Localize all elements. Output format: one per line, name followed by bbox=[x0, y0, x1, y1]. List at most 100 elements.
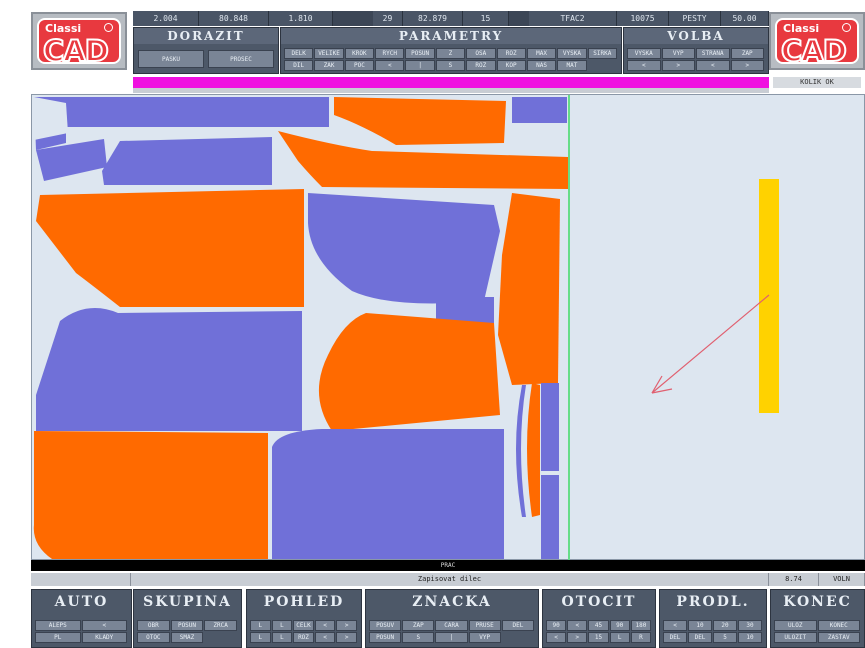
logo-text-main: CAD bbox=[780, 33, 848, 69]
skupina-button[interactable]: SMAZ bbox=[170, 632, 204, 643]
parametry-button[interactable]: MAT bbox=[557, 60, 587, 71]
konec-title: KONEC bbox=[783, 594, 852, 610]
parametry-button[interactable]: S bbox=[435, 60, 466, 71]
skupina-button[interactable]: ZRCA bbox=[204, 620, 237, 631]
pohled-button[interactable]: L bbox=[271, 632, 293, 643]
prodl-button[interactable]: 5 bbox=[713, 632, 737, 643]
parametry-button[interactable]: VYSKA bbox=[557, 48, 587, 59]
auto-button[interactable]: KLADY bbox=[81, 632, 127, 643]
otocit-button[interactable]: > bbox=[567, 632, 588, 643]
pattern-piece bbox=[36, 308, 302, 431]
prodl-button[interactable]: DEL bbox=[688, 632, 712, 643]
parametry-button[interactable]: NAS bbox=[526, 60, 557, 71]
skupina-panel: SKUPINA OBR POSUN ZRCA OTOC SMAZ bbox=[133, 589, 242, 648]
znacka-button[interactable]: CARA bbox=[435, 620, 468, 631]
parametry-button[interactable]: OSA bbox=[466, 48, 496, 59]
pohled-button[interactable]: ROZ bbox=[293, 632, 314, 643]
pohled-button[interactable]: L bbox=[250, 620, 271, 631]
volba-button[interactable]: > bbox=[730, 60, 764, 71]
pohled-button[interactable]: > bbox=[336, 620, 357, 631]
pohled-button[interactable]: L bbox=[271, 620, 293, 631]
pattern-piece bbox=[527, 383, 540, 517]
znacka-button[interactable]: PRUSE bbox=[468, 620, 501, 631]
znacka-button[interactable]: POSUN bbox=[369, 632, 402, 643]
parametry-button[interactable]: DIL bbox=[284, 60, 314, 71]
pohled-button[interactable]: CELK bbox=[293, 620, 314, 631]
pohled-button[interactable]: < bbox=[314, 620, 336, 631]
dorazit-button[interactable]: PASKU bbox=[138, 50, 204, 68]
pohled-button[interactable]: > bbox=[336, 632, 357, 643]
prodl-button[interactable]: < bbox=[663, 620, 687, 631]
volba-button[interactable]: > bbox=[661, 60, 695, 71]
prodl-button[interactable]: 20 bbox=[713, 620, 737, 631]
fabric-end-marker bbox=[759, 179, 779, 413]
parametry-button[interactable]: Z bbox=[435, 48, 466, 59]
znacka-title: ZNACKA bbox=[412, 594, 492, 610]
parametry-button[interactable]: KROK bbox=[344, 48, 375, 59]
otocit-button[interactable]: 90 bbox=[609, 620, 630, 631]
parametry-button[interactable]: SIRKA bbox=[587, 48, 617, 59]
stat-value: 29 bbox=[373, 11, 403, 26]
znacka-button[interactable]: DEL bbox=[501, 620, 534, 631]
znacka-button[interactable]: ZAP bbox=[402, 620, 435, 631]
volba-button[interactable]: ZAP bbox=[730, 48, 764, 59]
konec-button[interactable]: ZASTAV bbox=[817, 632, 860, 643]
marker-canvas[interactable] bbox=[31, 94, 865, 561]
parametry-button[interactable]: ROZ bbox=[496, 48, 526, 59]
pattern-piece bbox=[498, 193, 560, 385]
pattern-piece bbox=[516, 385, 526, 517]
parametry-button[interactable]: POC bbox=[344, 60, 375, 71]
parametry-button[interactable]: MAX bbox=[526, 48, 557, 59]
pattern-piece bbox=[318, 313, 500, 431]
skupina-button[interactable]: OTOC bbox=[137, 632, 170, 643]
parametry-button[interactable]: DELK bbox=[284, 48, 314, 59]
dorazit-title: DORAZIT bbox=[134, 28, 278, 44]
otocit-button[interactable]: < bbox=[567, 620, 588, 631]
skupina-button[interactable]: POSUN bbox=[170, 620, 204, 631]
auto-button[interactable]: PL bbox=[35, 632, 81, 643]
otocit-panel: OTOCIT 90 <45 90 180 < >15 L R bbox=[542, 589, 656, 648]
otocit-button[interactable]: 180 bbox=[630, 620, 651, 631]
prodl-button[interactable]: 10 bbox=[738, 632, 762, 643]
konec-button[interactable]: KONEC bbox=[817, 620, 860, 631]
konec-button[interactable]: ULOZIT bbox=[774, 632, 817, 643]
auto-button[interactable]: < bbox=[81, 620, 127, 631]
otocit-button[interactable]: 45 bbox=[588, 620, 609, 631]
otocit-button[interactable]: R bbox=[630, 632, 651, 643]
volba-button[interactable]: STRANA bbox=[696, 48, 730, 59]
parametry-button[interactable]: RYCH bbox=[375, 48, 405, 59]
konec-button[interactable]: ULOZ bbox=[774, 620, 817, 631]
pohled-title: POHLED bbox=[263, 594, 345, 610]
volba-button[interactable]: VYSKA bbox=[627, 48, 661, 59]
znacka-button[interactable]: S bbox=[402, 632, 435, 643]
parametry-button[interactable]: VELIKE bbox=[314, 48, 344, 59]
otocit-button[interactable]: L bbox=[609, 632, 630, 643]
otocit-button[interactable]: 15 bbox=[588, 632, 609, 643]
parametry-button[interactable]: | bbox=[405, 60, 435, 71]
volba-button[interactable]: VYP bbox=[661, 48, 695, 59]
parametry-button[interactable]: ROZ bbox=[466, 60, 496, 71]
prodl-button[interactable]: 30 bbox=[738, 620, 762, 631]
skupina-button[interactable]: OBR bbox=[137, 620, 170, 631]
pattern-piece bbox=[36, 189, 304, 307]
auto-button[interactable]: ALEPS bbox=[35, 620, 81, 631]
otocit-button[interactable]: 90 bbox=[546, 620, 567, 631]
znacka-button[interactable]: VYP bbox=[468, 632, 501, 643]
znacka-button[interactable]: POSUV bbox=[369, 620, 402, 631]
parametry-button[interactable]: KOP bbox=[496, 60, 526, 71]
parametry-title: PARAMETRY bbox=[281, 28, 621, 44]
pohled-button[interactable]: < bbox=[314, 632, 336, 643]
prodl-button[interactable]: DEL bbox=[663, 632, 687, 643]
parametry-button[interactable]: ZAK bbox=[314, 60, 344, 71]
volba-button[interactable]: < bbox=[627, 60, 661, 71]
dorazit-button[interactable]: PROSEC bbox=[208, 50, 274, 68]
parametry-button[interactable]: < bbox=[375, 60, 405, 71]
volba-button[interactable]: < bbox=[696, 60, 730, 71]
logo-text-main: CAD bbox=[42, 33, 110, 69]
prodl-button[interactable]: 10 bbox=[688, 620, 712, 631]
progress-strip bbox=[133, 77, 769, 88]
znacka-button[interactable]: | bbox=[435, 632, 468, 643]
parametry-button[interactable]: POSUN bbox=[405, 48, 435, 59]
pohled-button[interactable]: L bbox=[250, 632, 271, 643]
otocit-button[interactable]: < bbox=[546, 632, 567, 643]
